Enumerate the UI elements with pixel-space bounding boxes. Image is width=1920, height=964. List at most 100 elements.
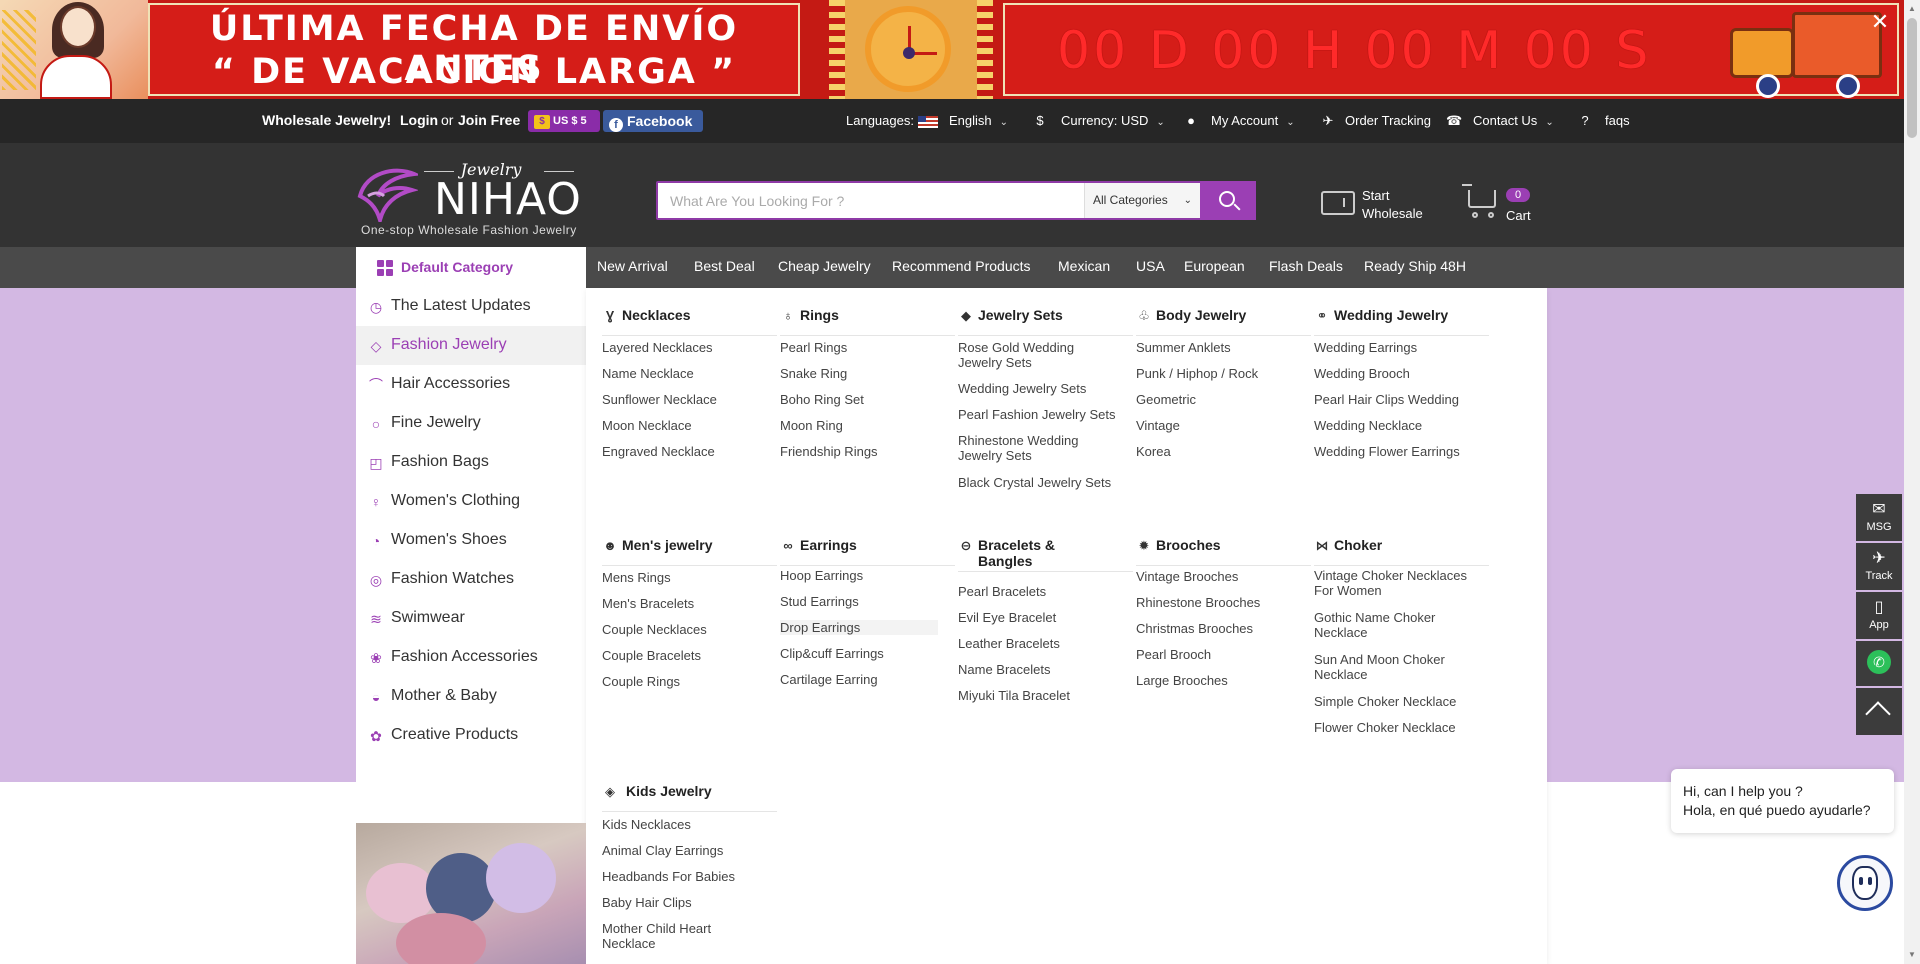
mega-link[interactable]: Punk / Hiphop / Rock (1136, 366, 1258, 381)
mega-link[interactable]: Wedding Necklace (1314, 418, 1422, 433)
scrollbar[interactable] (1904, 0, 1920, 964)
scroll-down-arrow[interactable]: ▼ (1908, 950, 1916, 959)
mega-title-earrings[interactable]: ∞ Earrings (780, 536, 955, 566)
nav-best-deal[interactable]: Best Deal (694, 258, 755, 274)
app-button[interactable]: ▯ App (1856, 592, 1902, 639)
sidebar-item-latest-updates[interactable]: ◷ The Latest Updates (356, 287, 586, 326)
search-input[interactable] (658, 183, 1084, 218)
nav-recommend-products[interactable]: Recommend Products (892, 258, 1031, 274)
mega-link[interactable]: Evil Eye Bracelet (958, 610, 1056, 625)
mega-link[interactable]: Simple Choker Necklace (1314, 694, 1456, 709)
mega-link[interactable]: Wedding Flower Earrings (1314, 444, 1460, 459)
mega-title-mens-jewelry[interactable]: ☻ Men's jewelry (602, 536, 777, 566)
mega-link[interactable]: Name Bracelets (958, 662, 1050, 677)
sidebar-item-mother-baby[interactable]: ◒ Mother & Baby (356, 677, 586, 716)
mega-link[interactable]: Wedding Earrings (1314, 340, 1417, 355)
mega-link[interactable]: Boho Ring Set (780, 392, 864, 407)
language-selector[interactable]: English ⌄ (949, 113, 1008, 128)
mega-link[interactable]: Kids Necklaces (602, 817, 691, 832)
mega-link[interactable]: Hoop Earrings (780, 568, 863, 583)
mega-link[interactable]: Moon Necklace (602, 418, 692, 433)
nav-flash-deals[interactable]: Flash Deals (1269, 258, 1343, 274)
track-button[interactable]: ✈ Track (1856, 543, 1902, 590)
mega-link[interactable]: Baby Hair Clips (602, 895, 692, 910)
sidebar-item-fashion-bags[interactable]: ◰ Fashion Bags (356, 443, 586, 482)
mega-link[interactable]: Black Crystal Jewelry Sets (958, 475, 1111, 490)
mega-link[interactable]: Animal Clay Earrings (602, 843, 723, 858)
mega-link[interactable]: Flower Choker Necklace (1314, 720, 1456, 735)
mega-link[interactable]: Leather Bracelets (958, 636, 1060, 651)
mega-link[interactable]: Couple Necklaces (602, 622, 707, 637)
mega-link[interactable]: Name Necklace (602, 366, 694, 381)
mega-link[interactable]: Clip&cuff Earrings (780, 646, 884, 661)
mega-title-necklaces[interactable]: Ɣ Necklaces (602, 306, 777, 336)
mega-link[interactable]: Summer Anklets (1136, 340, 1231, 355)
mega-link[interactable]: Vintage Brooches (1136, 569, 1238, 584)
mega-link[interactable]: Rhinestone Brooches (1136, 595, 1260, 610)
nav-mexican[interactable]: Mexican (1058, 258, 1110, 274)
faqs-link[interactable]: faqs (1605, 113, 1630, 128)
promo-banner[interactable]: ÚLTIMA FECHA DE ENVÍO ANTES “ DE VACACIO… (0, 0, 1920, 99)
scroll-up-arrow[interactable]: ▲ (1908, 4, 1916, 13)
mega-link[interactable]: Vintage Choker Necklaces For Women (1314, 568, 1474, 598)
mega-link[interactable]: Rhinestone Wedding Jewelry Sets (958, 433, 1108, 463)
sidebar-item-swimwear[interactable]: ≋ Swimwear (356, 599, 586, 638)
order-tracking-link[interactable]: Order Tracking (1345, 113, 1431, 128)
mega-link[interactable]: Mother Child Heart Necklace (602, 921, 732, 951)
mega-link[interactable]: Pearl Rings (780, 340, 847, 355)
mega-link[interactable]: Korea (1136, 444, 1171, 459)
mega-link[interactable]: Rose Gold Wedding Jewelry Sets (958, 340, 1108, 370)
mega-link-hovered[interactable]: Drop Earrings (780, 620, 939, 635)
mega-link[interactable]: Sunflower Necklace (602, 392, 717, 407)
sidebar-item-womens-clothing[interactable]: ♀ Women's Clothing (356, 482, 586, 521)
mega-title-body-jewelry[interactable]: ♧ Body Jewelry (1136, 306, 1311, 336)
mega-link[interactable]: Headbands For Babies (602, 869, 735, 884)
msg-button[interactable]: ✉ MSG (1856, 494, 1902, 541)
mega-link[interactable]: Couple Rings (602, 674, 680, 689)
back-to-top-button[interactable] (1856, 688, 1902, 735)
mega-link[interactable]: Mens Rings (602, 570, 671, 585)
contact-us-menu[interactable]: Contact Us ⌄ (1473, 113, 1554, 128)
mega-link[interactable]: Wedding Jewelry Sets (958, 381, 1086, 396)
mega-link[interactable]: Friendship Rings (780, 444, 878, 459)
mega-link[interactable]: Wedding Brooch (1314, 366, 1410, 381)
mega-title-jewelry-sets[interactable]: ◆ Jewelry Sets (958, 306, 1133, 336)
facebook-button[interactable]: f Facebook (603, 110, 703, 132)
mega-link[interactable]: Vintage (1136, 418, 1180, 433)
mega-link[interactable]: Pearl Bracelets (958, 584, 1046, 599)
currency-selector[interactable]: Currency: USD ⌄ (1061, 113, 1165, 128)
start-wholesale-link[interactable]: Start Wholesale (1321, 185, 1431, 225)
mega-link[interactable]: Couple Bracelets (602, 648, 701, 663)
coupon-badge[interactable]: $ US $ 5 (528, 110, 600, 132)
nav-new-arrival[interactable]: New Arrival (597, 258, 668, 274)
mega-title-wedding-jewelry[interactable]: ⚭ Wedding Jewelry (1314, 306, 1489, 336)
mega-link[interactable]: Engraved Necklace (602, 444, 715, 459)
nav-cheap-jewelry[interactable]: Cheap Jewelry (778, 258, 871, 274)
mega-link[interactable]: Gothic Name Choker Necklace (1314, 610, 1464, 640)
mega-link[interactable]: Snake Ring (780, 366, 847, 381)
login-link[interactable]: Login (400, 112, 438, 128)
category-select[interactable]: All Categories ⌄ (1084, 183, 1200, 218)
join-free-link[interactable]: Join Free (458, 112, 520, 128)
nav-european[interactable]: European (1184, 258, 1245, 274)
sidebar-item-creative-products[interactable]: ✿ Creative Products (356, 716, 586, 755)
mega-title-bracelets-bangles[interactable]: ⊖ Bracelets & Bangles (958, 536, 1133, 572)
mega-title-kids-jewelry[interactable]: ◈ Kids Jewelry (602, 782, 777, 812)
mega-link[interactable]: Moon Ring (780, 418, 843, 433)
mega-title-choker[interactable]: ⋈ Choker (1314, 536, 1489, 566)
sidebar-item-fashion-watches[interactable]: ◎ Fashion Watches (356, 560, 586, 599)
mega-title-rings[interactable]: ♁ Rings (780, 306, 955, 336)
mega-link[interactable]: Miyuki Tila Bracelet (958, 688, 1070, 703)
default-category-button[interactable]: Default Category (356, 247, 586, 288)
mega-link[interactable]: Pearl Fashion Jewelry Sets (958, 407, 1116, 422)
nav-usa[interactable]: USA (1136, 258, 1165, 274)
scrollbar-thumb[interactable] (1907, 18, 1917, 138)
whatsapp-button[interactable]: ✆ (1856, 641, 1902, 686)
nav-ready-ship-48h[interactable]: Ready Ship 48H (1364, 258, 1466, 274)
mega-link[interactable]: Stud Earrings (780, 594, 859, 609)
sidebar-item-fashion-accessories[interactable]: ❀ Fashion Accessories (356, 638, 586, 677)
cart-button[interactable]: 0 Cart (1462, 184, 1566, 226)
product-image[interactable] (356, 823, 586, 964)
mega-link[interactable]: Cartilage Earring (780, 672, 878, 687)
mega-link[interactable]: Pearl Brooch (1136, 647, 1211, 662)
